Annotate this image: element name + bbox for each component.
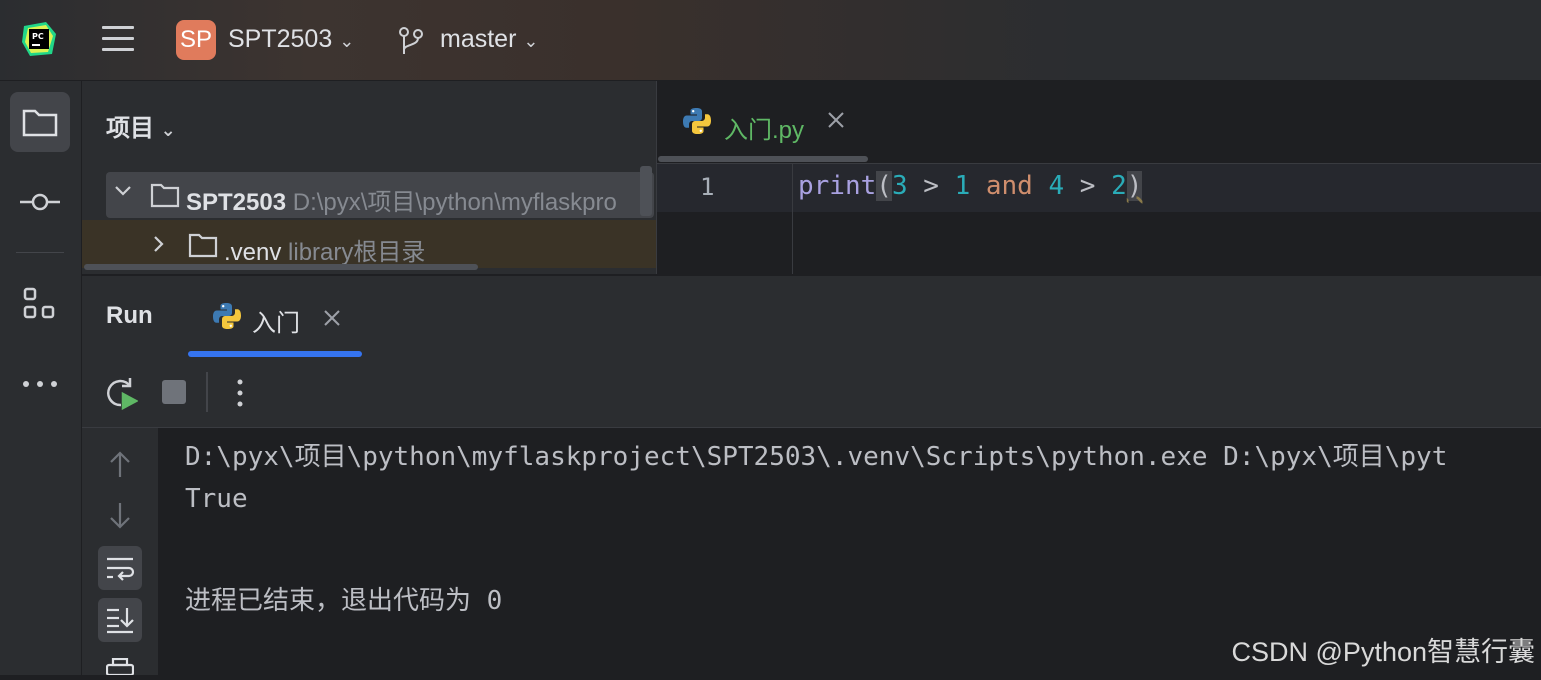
project-name: SPT2503 — [228, 25, 333, 53]
vertical-scrollbar[interactable] — [640, 166, 652, 216]
tree-venv-label: .venv library根目录 — [224, 232, 425, 267]
run-tab-label[interactable]: 入门 — [252, 303, 300, 338]
chevron-down-icon: ⌄ — [160, 120, 176, 140]
more-options-icon[interactable] — [236, 378, 244, 413]
strip-divider — [16, 252, 64, 253]
close-icon[interactable] — [826, 110, 846, 135]
arrow-up-icon[interactable] — [98, 442, 142, 486]
scroll-to-end-icon[interactable] — [98, 598, 142, 642]
svg-text:PC: PC — [32, 32, 44, 41]
code-number: 2 — [1111, 171, 1127, 201]
branch-name: master — [440, 25, 517, 53]
code-number: 1 — [954, 171, 971, 201]
run-panel-title: Run — [106, 302, 153, 329]
toolbar-divider — [206, 372, 208, 412]
tree-root-path: D:\pyx\项目\python\myflaskpro — [292, 189, 617, 216]
tree-root-name: SPT2503 — [186, 189, 287, 216]
folder-icon — [188, 232, 218, 263]
python-file-icon — [682, 106, 712, 141]
folder-icon[interactable] — [10, 92, 70, 152]
console-line: 进程已结束，退出代码为 0 — [185, 586, 503, 616]
arrow-down-icon[interactable] — [98, 494, 142, 538]
chevron-down-icon: ⌄ — [339, 31, 355, 51]
horizontal-scrollbar[interactable] — [84, 264, 478, 270]
code-number: 4 — [1048, 171, 1065, 201]
code-paren-close: ) — [1126, 171, 1143, 201]
project-panel-title[interactable]: 项目 ⌄ — [106, 108, 176, 143]
structure-icon[interactable] — [10, 274, 70, 334]
tree-root-label: SPT2503 D:\pyx\项目\python\myflaskpro — [186, 182, 652, 217]
project-selector[interactable]: SPT2503 ⌄ — [228, 25, 354, 54]
pycharm-logo-icon[interactable]: PC — [22, 22, 56, 56]
branch-selector[interactable]: master ⌄ — [440, 25, 538, 54]
git-branch-icon[interactable] — [398, 26, 424, 56]
code-operator: > — [1064, 171, 1112, 201]
code-line[interactable]: print(3 > 1 and 4 > 2) — [798, 171, 1143, 201]
chevron-down-icon[interactable] — [114, 184, 132, 203]
code-function: print — [798, 171, 877, 201]
rerun-icon[interactable] — [104, 376, 139, 415]
tree-venv-note: library根目录 — [288, 239, 426, 266]
editor-tab-label[interactable]: 入门.py — [724, 110, 804, 145]
code-number: 3 — [891, 171, 908, 201]
watermark: CSDN @Python智慧行囊 — [1231, 637, 1535, 667]
console-line: True — [185, 484, 248, 514]
console-line: D:\pyx\项目\python\myflaskproject\SPT2503\… — [185, 442, 1448, 472]
project-badge[interactable]: SP — [176, 20, 216, 60]
editor-tab-scrollbar[interactable] — [658, 156, 868, 162]
hamburger-menu-icon[interactable] — [102, 26, 134, 54]
run-toolbar — [82, 357, 1541, 428]
close-icon[interactable] — [322, 308, 342, 333]
commit-icon[interactable] — [10, 172, 70, 232]
gutter-separator — [792, 164, 793, 274]
chevron-right-icon[interactable] — [152, 235, 166, 258]
chevron-down-icon: ⌄ — [523, 31, 539, 51]
project-panel-title-text: 项目 — [106, 115, 154, 142]
tree-venv-name: .venv — [224, 239, 282, 266]
code-paren-open: ( — [876, 171, 892, 201]
code-keyword: and — [970, 171, 1049, 201]
more-icon[interactable] — [10, 354, 70, 414]
folder-icon — [150, 182, 180, 213]
soft-wrap-icon[interactable] — [98, 546, 142, 590]
run-panel-header — [82, 275, 1541, 358]
print-icon[interactable] — [105, 657, 135, 680]
python-file-icon — [212, 301, 242, 336]
stop-icon[interactable] — [162, 380, 186, 404]
code-operator: > — [907, 171, 955, 201]
line-number: 1 — [700, 173, 715, 201]
